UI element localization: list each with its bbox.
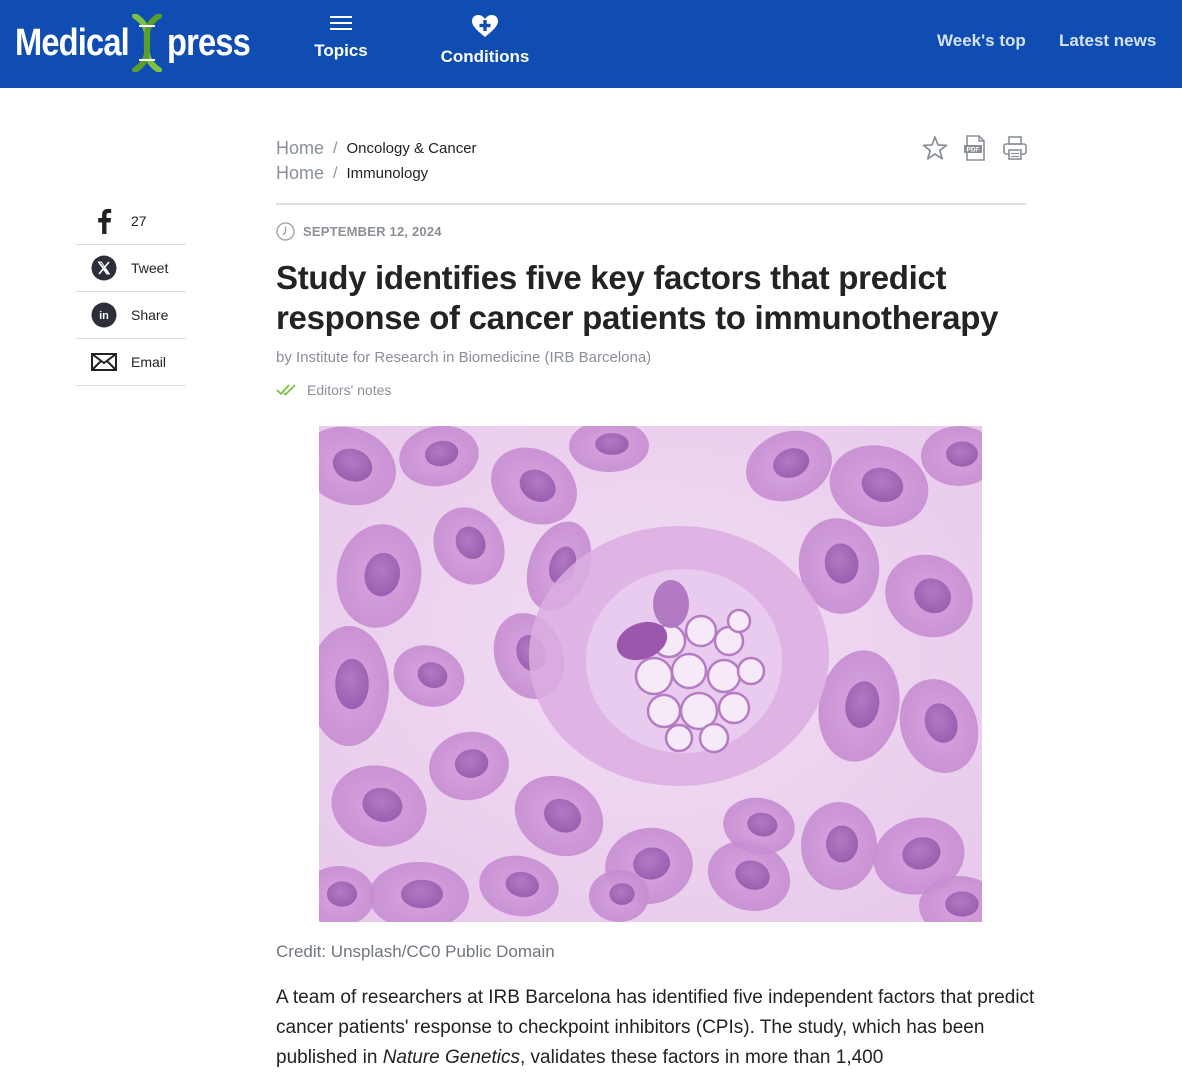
date-text: SEPTEMBER 12, 2024	[303, 224, 442, 239]
site-header: Medical press Topics Conditions Week's t…	[0, 0, 1182, 88]
breadcrumb-home-link[interactable]: Home	[276, 138, 324, 159]
article-date: SEPTEMBER 12, 2024	[276, 222, 442, 241]
cell-nucleus	[945, 891, 979, 917]
heart-plus-icon	[472, 15, 498, 37]
topics-label: Topics	[314, 41, 368, 60]
site-logo[interactable]: Medical press	[15, 14, 264, 72]
tweet-label: Tweet	[131, 260, 169, 276]
header-divider	[276, 203, 1026, 205]
email-label: Email	[131, 354, 167, 370]
logo-word-press: press	[167, 21, 251, 64]
cell-nucleus	[401, 879, 443, 909]
vacuole	[736, 656, 766, 686]
article-byline[interactable]: by Institute for Research in Biomedicine…	[276, 349, 651, 366]
breadcrumb-category-link[interactable]: Immunology	[346, 165, 428, 182]
journal-name: Nature Genetics	[382, 1047, 520, 1068]
editors-notes-link[interactable]: Editors' notes	[276, 382, 391, 398]
article-tools: PDF	[922, 134, 1028, 162]
vacuole	[634, 656, 674, 696]
vacuole	[646, 693, 682, 729]
vacuole	[717, 691, 751, 725]
linkedin-icon: in	[91, 302, 116, 328]
svg-text:PDF: PDF	[967, 147, 980, 154]
cell-micrograph-image	[319, 426, 982, 922]
article-body-paragraph: A team of researchers at IRB Barcelona h…	[276, 983, 1036, 1073]
cell-nucleus	[946, 441, 978, 467]
clock-icon	[276, 222, 295, 241]
cell-nucleus	[826, 825, 858, 863]
conditions-label: Conditions	[440, 47, 530, 66]
vacuole	[726, 608, 752, 634]
vacuole	[706, 658, 742, 694]
vacuole	[698, 722, 730, 754]
email-icon	[90, 353, 117, 371]
article-image[interactable]	[319, 426, 982, 922]
breadcrumb-category-link[interactable]: Oncology & Cancer	[346, 140, 476, 157]
cell-nucleus	[326, 881, 358, 907]
body-text-part-2: , validates these factors in more than 1…	[520, 1047, 884, 1068]
editors-notes-label: Editors' notes	[307, 382, 392, 398]
facebook-share-button[interactable]: 27	[76, 198, 186, 245]
article-title: Study identifies five key factors that p…	[276, 259, 999, 336]
social-share-bar: 27 Tweet in Share Email	[76, 198, 186, 386]
vacuole	[684, 614, 718, 648]
topics-button[interactable]: Topics	[312, 14, 370, 61]
breadcrumb-row: Home / Oncology & Cancer	[276, 136, 477, 161]
breadcrumb-row: Home / Immunology	[276, 161, 477, 186]
weeks-top-link[interactable]: Week's top	[937, 31, 1026, 51]
breadcrumb-separator: /	[333, 164, 338, 182]
tweet-button[interactable]: Tweet	[76, 245, 186, 292]
cell-nucleus	[609, 883, 635, 905]
facebook-share-count: 27	[131, 213, 147, 229]
cell-nucleus	[595, 433, 629, 455]
dna-helix-icon	[132, 14, 163, 72]
latest-news-link[interactable]: Latest news	[1059, 31, 1156, 51]
linkedin-share-button[interactable]: in Share	[76, 292, 186, 339]
logo-word-medical: Medical	[15, 21, 130, 64]
pdf-icon[interactable]: PDF	[962, 134, 988, 162]
breadcrumb-home-link[interactable]: Home	[276, 163, 324, 184]
share-label: Share	[131, 307, 169, 323]
conditions-button[interactable]: Conditions	[440, 14, 530, 67]
vacuole	[670, 652, 708, 690]
star-icon[interactable]	[922, 134, 948, 162]
hamburger-icon	[330, 16, 352, 30]
facebook-icon	[97, 208, 111, 234]
breadcrumb: Home / Oncology & Cancer Home / Immunolo…	[276, 136, 477, 186]
vacuole	[664, 723, 694, 753]
print-icon[interactable]	[1002, 134, 1028, 162]
svg-text:in: in	[99, 310, 109, 322]
cell-nucleus	[335, 658, 369, 710]
x-icon	[91, 255, 116, 281]
image-credit: Credit: Unsplash/CC0 Public Domain	[276, 942, 555, 961]
double-check-icon	[276, 384, 296, 396]
breadcrumb-separator: /	[333, 139, 338, 157]
email-share-button[interactable]: Email	[76, 339, 186, 386]
